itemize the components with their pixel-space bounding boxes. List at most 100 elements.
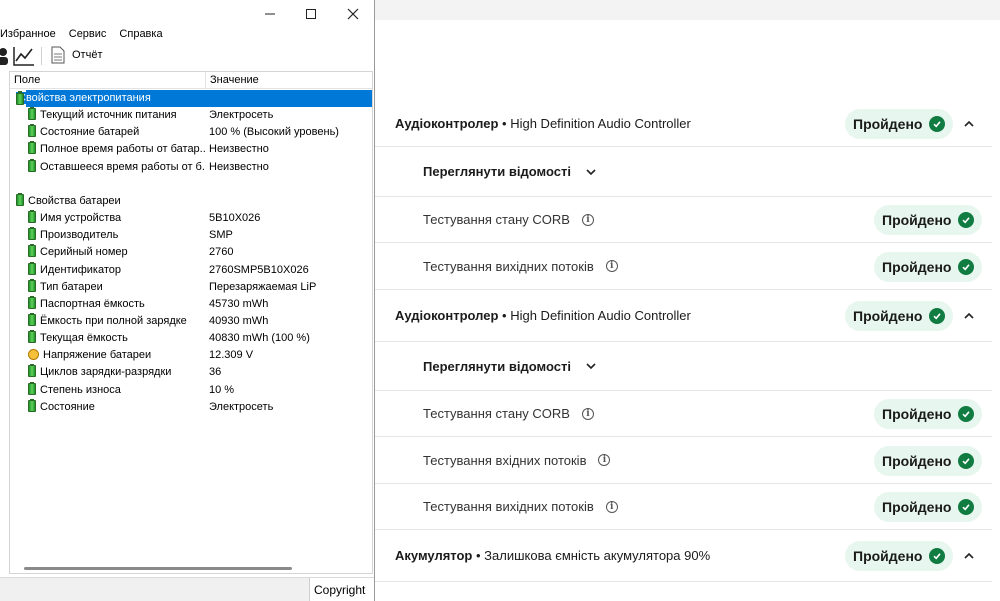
section-title: Акумулятор • Залишкова ємність акумулято…	[395, 548, 710, 563]
battery-icon	[28, 158, 36, 172]
info-icon[interactable]: i	[605, 500, 618, 513]
user-icon[interactable]	[0, 47, 10, 65]
minimize-button[interactable]	[257, 4, 283, 24]
chevron-up-icon[interactable]	[963, 118, 975, 130]
test-row: Тестування стану CORB i Пройдено	[375, 197, 992, 243]
tree-group-row[interactable]: Свойства батареи	[10, 192, 372, 210]
test-label-text: Тестування вихідних потоків	[423, 258, 594, 274]
toolbar: Отчёт	[0, 44, 374, 68]
menu-bar: Избранное Сервис Справка	[0, 28, 374, 44]
column-field-header[interactable]: Поле	[10, 72, 206, 88]
test-label-text: Тестування стану CORB	[423, 406, 570, 421]
info-icon[interactable]: i	[605, 260, 618, 272]
tree-row-name: Состояние батарей	[28, 124, 205, 141]
tree-row-label: Оставшееся время работы от б...	[40, 160, 205, 173]
tree-row[interactable]: Состояние Электросеть	[10, 398, 372, 416]
battery-icon	[28, 364, 36, 378]
tree-row[interactable]: Напряжение батареи 12.309 V	[10, 347, 372, 364]
view-details-row[interactable]: Переглянути відомості	[375, 342, 992, 391]
status-badge: Пройдено	[874, 251, 983, 282]
tree-row-name: Свойства батареи	[16, 192, 346, 210]
view-details-row[interactable]: Переглянути відомості	[375, 147, 992, 197]
tree-row[interactable]: Тип батареи Перезаряжаемая LiP	[10, 278, 372, 296]
test-label: Тестування стану CORB i	[423, 212, 594, 227]
tree-group-row[interactable]: Свойства электропитания	[16, 90, 372, 107]
section-title-sep: •	[498, 115, 511, 131]
report-button[interactable]: Отчёт	[51, 46, 102, 64]
info-icon[interactable]: i	[581, 407, 594, 420]
section-title-rest: Залишкова ємність акумулятора 90%	[484, 548, 711, 563]
close-icon	[347, 8, 359, 20]
tree-row[interactable]: Производитель SMP	[10, 227, 372, 244]
menu-service[interactable]: Сервис	[69, 28, 107, 44]
info-icon[interactable]: i	[598, 454, 611, 466]
tree-row-value: 36	[209, 366, 222, 379]
tree-row[interactable]: Серийный номер 2760	[10, 244, 372, 261]
tree-row-label: Тип батареи	[40, 280, 103, 293]
tree-row-label: Напряжение батареи	[43, 349, 152, 362]
tree-row[interactable]: Оставшееся время работы от б... Неизвестн…	[10, 158, 372, 176]
tree-row-name: Идентификатор	[28, 261, 205, 279]
chart-icon[interactable]	[13, 46, 35, 66]
section-title-bold: Аудіоконтролер	[395, 115, 499, 131]
tree-row-name: Степень износа	[28, 381, 205, 399]
check-icon	[958, 406, 975, 422]
tree-row[interactable]: Циклов зарядки-разрядки 36	[10, 364, 372, 381]
chevron-down-icon[interactable]	[585, 166, 597, 178]
tree-row-value: Неизвестно	[209, 143, 269, 156]
tree-row[interactable]: Идентификатор 2760SMP5B10X026	[10, 261, 372, 279]
menu-help[interactable]: Справка	[119, 28, 162, 44]
tree-row-name: Оставшееся время работы от б...	[28, 158, 205, 176]
section-title-bold: Акумулятор	[395, 548, 473, 563]
test-row: Тестування вихідних потоків i Пройдено	[375, 484, 992, 530]
tree-row[interactable]: Полное время работы от батар... Неизвестн…	[10, 141, 372, 158]
tree-row-name: Производитель	[28, 227, 205, 244]
tree-row-value: Перезаряжаемая LiP	[209, 280, 317, 293]
status-label: Пройдено	[853, 308, 923, 324]
status-label: Пройдено	[882, 452, 952, 469]
test-section-header[interactable]: Аудіоконтролер • High Definition Audio C…	[375, 100, 992, 147]
section-title-sep: •	[498, 308, 511, 323]
test-section-header[interactable]: Аудіоконтролер • High Definition Audio C…	[375, 290, 992, 342]
tree-row-label: Ёмкость при полной зарядке	[40, 314, 187, 327]
status-copyright: Copyright	[309, 578, 374, 601]
close-button[interactable]	[340, 4, 366, 24]
test-label: Тестування стану CORB i	[423, 406, 594, 421]
battery-icon	[28, 295, 36, 309]
check-icon	[929, 115, 946, 132]
tree-row[interactable]: Паспортная ёмкость 45730 mWh	[10, 295, 372, 313]
tree-row-value: 100 % (Высокий уровень)	[209, 126, 339, 139]
tree-row-label: Состояние	[40, 400, 95, 413]
test-section-header[interactable]: Акумулятор • Залишкова ємність акумулято…	[375, 530, 992, 582]
column-value-header[interactable]: Значение	[206, 72, 259, 88]
battery-icon	[28, 107, 36, 121]
horizontal-scrollbar[interactable]	[24, 567, 292, 570]
chevron-down-icon[interactable]	[585, 360, 597, 372]
status-badge: Пройдено	[874, 445, 983, 476]
tree-row[interactable]: Ёмкость при полной зарядке 40930 mWh	[10, 312, 372, 330]
tree-row-value: 2760	[209, 246, 234, 259]
tree-row-name: Паспортная ёмкость	[28, 295, 205, 313]
tree-row-label: Серийный номер	[40, 246, 128, 259]
tree-row[interactable]: Текущая ёмкость 40830 mWh (100 %)	[10, 330, 372, 347]
info-icon[interactable]: i	[581, 213, 594, 226]
status-bar: Copyright	[0, 577, 374, 601]
tree-row-label: Производитель	[40, 229, 119, 242]
check-icon	[958, 499, 975, 515]
tree-row-label: Паспортная ёмкость	[40, 297, 145, 310]
view-details-text: Переглянути відомості	[423, 164, 571, 179]
menu-favorites[interactable]: Избранное	[0, 28, 56, 44]
tree-row[interactable]: Текущий источник питания Электросеть	[10, 107, 372, 124]
tree-row[interactable]: Состояние батарей 100 % (Высокий уровень)	[10, 124, 372, 141]
tree-row[interactable]: Степень износа 10 %	[10, 381, 372, 399]
title-bar	[0, 0, 374, 28]
maximize-button[interactable]	[298, 4, 324, 24]
tree-row-value: 2760SMP5B10X026	[209, 263, 309, 276]
status-label: Пройдено	[853, 548, 923, 564]
tree-row[interactable]: Имя устройства 5B10X026	[10, 210, 372, 227]
test-label: Тестування вихідних потоків i	[423, 499, 618, 514]
test-label-text: Тестування вихідних потоків	[423, 499, 594, 514]
section-title: Аудіоконтролер • High Definition Audio C…	[395, 308, 691, 323]
chevron-up-icon[interactable]	[963, 550, 975, 562]
chevron-up-icon[interactable]	[963, 310, 975, 322]
